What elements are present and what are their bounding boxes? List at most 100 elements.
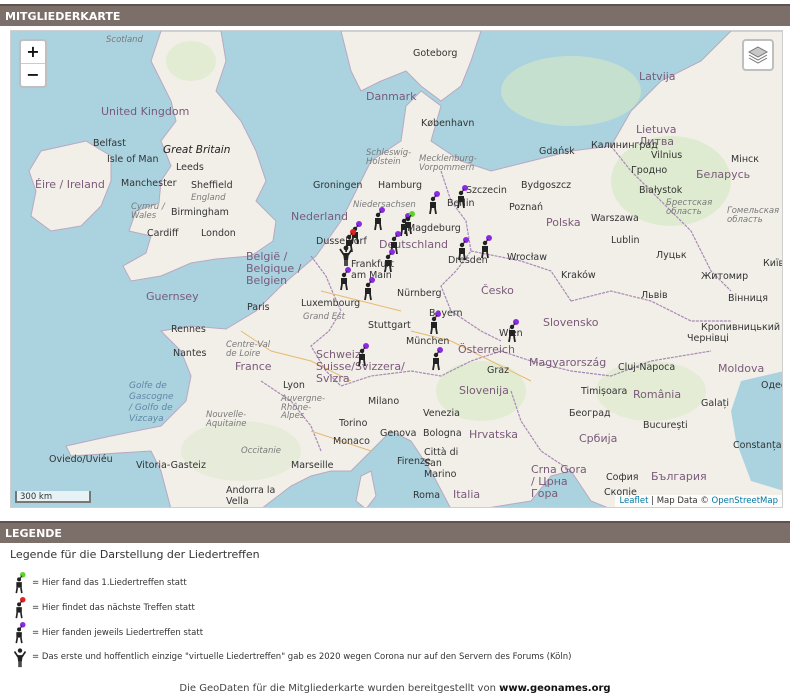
label-vilnius: Vilnius — [651, 150, 683, 161]
attribution-separator: | Map Data © — [648, 496, 712, 506]
singer-red-icon — [12, 597, 28, 619]
label-rennes: Rennes — [171, 324, 206, 335]
label-grand-est: Grand Est — [303, 312, 345, 322]
map-scale: 300 km — [15, 491, 91, 503]
layers-icon — [747, 46, 769, 64]
label-belfast: Belfast — [93, 138, 126, 149]
label-golfe: Golfe de Gascogne / Golfo de Vizcaya — [129, 381, 174, 424]
label-united-kingdom: United Kingdom — [101, 105, 190, 118]
label-lviv: Львів — [641, 290, 668, 301]
meeting-marker-purple[interactable] — [427, 311, 443, 335]
label-bydgoszcz: Bydgoszcz — [521, 180, 572, 191]
label-schleswig: Schleswig-Holstein — [366, 148, 412, 167]
meeting-marker-purple[interactable] — [371, 207, 387, 231]
member-map[interactable]: Scotland Goteborg Latvija United Kingdom… — [10, 30, 783, 508]
legend-item-text: = Hier fand das 1.Liedertreffen statt — [32, 578, 187, 588]
label-latvija: Latvija — [639, 70, 676, 83]
virtual-meeting-marker[interactable] — [338, 243, 354, 267]
map-attribution: Leaflet | Map Data © OpenStreetMap — [615, 495, 782, 507]
label-poznan: Poznań — [509, 202, 544, 213]
label-gomel: Гомельская область — [727, 206, 780, 225]
label-england: England — [191, 193, 226, 203]
label-belarus: Беларусь — [696, 168, 751, 181]
map-section-title: MITGLIEDERKARTE — [5, 10, 121, 23]
label-cymru: Cymru / Wales — [131, 202, 165, 221]
meeting-marker-purple[interactable] — [361, 277, 377, 301]
label-lublin: Lublin — [611, 235, 640, 246]
label-szczecin: Szczecin — [466, 185, 507, 196]
meeting-marker-purple[interactable] — [381, 249, 397, 273]
label-zhytomyr: Житомир — [701, 271, 749, 282]
label-hrvatska: Hrvatska — [469, 428, 519, 441]
label-marseille: Marseille — [291, 460, 334, 471]
label-minsk: Мінск — [731, 154, 760, 165]
label-auvergne: Auvergne-Rhône-Alpes — [281, 394, 326, 421]
label-bulgaria: България — [651, 470, 707, 483]
label-italia: Italia — [453, 488, 481, 501]
legend-item-first: = Hier fand das 1.Liedertreffen statt — [12, 572, 187, 594]
label-andorra: Andorra la Vella — [226, 485, 276, 507]
legend-intro: Legende für die Darstellung der Liedertr… — [10, 548, 260, 561]
label-citta: Città di San Marino — [424, 447, 459, 480]
meeting-marker-purple[interactable] — [355, 343, 371, 367]
singer-purple-icon — [12, 622, 28, 644]
leaflet-link[interactable]: Leaflet — [619, 496, 648, 506]
label-bologna: Bologna — [423, 428, 462, 439]
label-slovenija: Slovenija — [459, 384, 509, 397]
footer-text: Die GeoDaten für die Mitgliederkarte wur… — [179, 683, 500, 694]
meeting-marker-purple[interactable] — [454, 185, 470, 209]
label-kobenhavn: København — [421, 118, 475, 129]
label-warszawa: Warszawa — [591, 213, 639, 224]
label-torino: Torino — [339, 418, 368, 429]
meeting-marker-purple[interactable] — [429, 347, 445, 371]
zoom-out-button[interactable]: − — [21, 63, 45, 86]
legend-item-text: = Hier fanden jeweils Liedertreffen stat… — [32, 628, 204, 638]
label-krakow: Kraków — [561, 270, 596, 281]
label-crna-gora: Crna Gora / Црна Гора — [531, 463, 587, 500]
label-aquitaine: Nouvelle-Aquitaine — [206, 410, 247, 429]
label-odesa: Одеса — [761, 380, 782, 391]
label-timisoara: Timișoara — [581, 386, 628, 397]
meeting-marker-purple[interactable] — [426, 191, 442, 215]
label-beograd: Београд — [569, 408, 611, 419]
layers-button[interactable] — [742, 39, 774, 71]
label-osterreich: Österreich — [458, 343, 515, 356]
label-lietuva: Lietuva — [636, 123, 677, 136]
label-moldova: Moldova — [718, 362, 765, 375]
legend-section-title: LEGENDE — [5, 527, 62, 540]
label-grodno: Гродно — [631, 165, 668, 176]
label-venezia: Venezia — [423, 408, 460, 419]
label-bucuresti: București — [643, 420, 688, 431]
label-cluj: Cluj-Napoca — [618, 362, 676, 373]
label-nederland: Nederland — [291, 210, 349, 223]
meeting-marker-purple[interactable] — [505, 319, 521, 343]
label-cesko: Česko — [481, 284, 514, 297]
first-meeting-marker[interactable] — [401, 211, 417, 235]
legend-item-text: = Das erste und hoffentlich einzige "vir… — [32, 652, 572, 662]
osm-link[interactable]: OpenStreetMap — [712, 496, 778, 506]
legend-item-virtual: = Das erste und hoffentlich einzige "vir… — [12, 646, 571, 668]
meeting-marker-purple[interactable] — [478, 235, 494, 259]
label-brest: Брестская область — [666, 198, 713, 217]
label-mecklenburg: Mecklenburg-Vorpommern — [419, 154, 477, 173]
label-luxembourg: Luxembourg — [301, 298, 361, 309]
label-isle-of-man: Isle of Man — [107, 154, 159, 165]
label-polska: Polska — [546, 216, 581, 229]
label-nurnberg: Nürnberg — [397, 288, 442, 299]
meeting-marker-purple[interactable] — [455, 237, 471, 261]
label-munchen: München — [406, 336, 450, 347]
geonames-link[interactable]: www.geonames.org — [499, 683, 610, 694]
zoom-in-button[interactable]: + — [21, 41, 45, 63]
label-london: London — [201, 228, 236, 239]
legend-item-past: = Hier fanden jeweils Liedertreffen stat… — [12, 622, 203, 644]
label-romania: România — [633, 388, 682, 401]
label-srbija: Србија — [579, 432, 618, 445]
map-section-header: MITGLIEDERKARTE — [0, 4, 790, 26]
singer-virtual-icon — [12, 646, 28, 668]
label-scotland: Scotland — [106, 35, 143, 45]
label-great-britain: Great Britain — [163, 144, 231, 156]
meeting-marker-purple[interactable] — [337, 267, 353, 291]
label-graz: Graz — [487, 365, 510, 376]
label-oviedo: Oviedo/Uviéu — [49, 454, 113, 465]
label-roma: Roma — [413, 490, 441, 501]
